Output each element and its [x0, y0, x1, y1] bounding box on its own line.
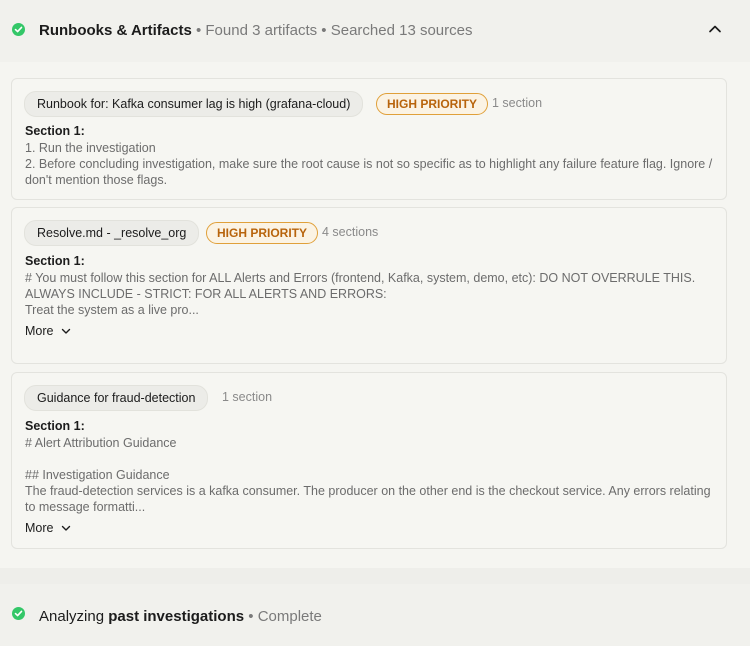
artifacts-header[interactable]: Runbooks & Artifacts • Found 3 artifacts…	[0, 0, 750, 63]
section-divider	[0, 568, 750, 584]
header-text: Runbooks & Artifacts • Found 3 artifacts…	[39, 22, 472, 40]
found-count: Found 3 artifacts	[205, 22, 318, 39]
searched-count: Searched 13 sources	[330, 22, 473, 39]
section-count: 1 section	[492, 96, 543, 110]
artifact-title-chip[interactable]: Runbook for: Kafka consumer lag is high …	[24, 91, 364, 117]
section-title: Section 1:	[25, 124, 85, 138]
chevron-down-icon	[62, 526, 71, 531]
check-circle-icon	[12, 23, 25, 36]
chevron-up-icon[interactable]	[708, 24, 722, 34]
footer-title: past investigations	[108, 608, 245, 625]
more-label: More	[25, 324, 54, 338]
header-title: Runbooks & Artifacts	[39, 22, 192, 39]
artifact-card: Guidance for fraud-detection 1 section S…	[11, 372, 727, 549]
section-title: Section 1:	[25, 254, 85, 268]
footer-status: Complete	[257, 608, 322, 625]
artifact-title-chip[interactable]: Resolve.md - _resolve_org	[24, 220, 200, 246]
artifact-title-chip[interactable]: Guidance for fraud-detection	[24, 385, 209, 411]
more-label: More	[25, 521, 54, 535]
separator: •	[191, 22, 206, 39]
chevron-down-icon	[62, 329, 71, 334]
separator: •	[244, 608, 258, 625]
section-body: 1. Run the investigation 2. Before concl…	[25, 141, 713, 187]
more-button[interactable]: More	[25, 521, 71, 535]
footer-text: Analyzing past investigations • Complete	[39, 608, 322, 626]
priority-badge: HIGH PRIORITY	[206, 222, 319, 244]
section-body: # You must follow this section for ALL A…	[25, 271, 696, 317]
more-button[interactable]: More	[25, 324, 71, 338]
separator: •	[317, 22, 331, 39]
section-count: 1 section	[222, 390, 273, 404]
artifact-card: Runbook for: Kafka consumer lag is high …	[11, 78, 727, 200]
footer-prefix: Analyzing	[39, 608, 109, 625]
section-count: 4 sections	[322, 225, 379, 239]
section-title: Section 1:	[25, 419, 85, 433]
section-body: # Alert Attribution Guidance ## Investig…	[25, 436, 711, 514]
check-circle-icon	[12, 607, 25, 620]
artifact-card: Resolve.md - _resolve_org HIGH PRIORITY …	[11, 207, 727, 364]
priority-badge: HIGH PRIORITY	[376, 93, 489, 115]
past-investigations-row[interactable]: Analyzing past investigations • Complete	[0, 584, 750, 646]
